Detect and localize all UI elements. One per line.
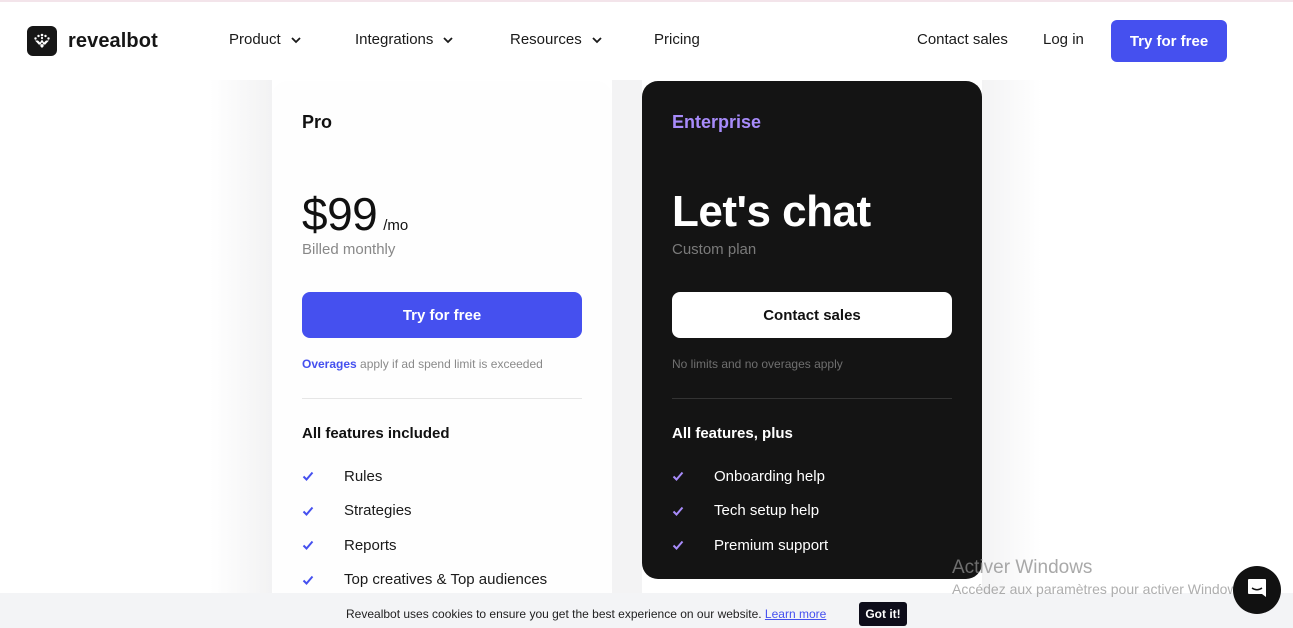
feature-label: Rules [344, 467, 383, 485]
overages-link[interactable]: Overages [302, 357, 357, 371]
overages-note-text: apply if ad spend limit is exceeded [356, 357, 543, 371]
no-limits-note: No limits and no overages apply [672, 357, 843, 371]
check-icon [672, 469, 686, 483]
divider [672, 398, 952, 399]
brand-name: revealbot [68, 29, 158, 52]
features-title: All features included [302, 425, 450, 442]
log-in-link[interactable]: Log in [1043, 31, 1084, 48]
check-icon [302, 573, 316, 587]
divider [302, 398, 582, 399]
price-amount: $99 [302, 188, 378, 240]
chevron-down-icon [591, 34, 603, 46]
chevron-down-icon [290, 34, 302, 46]
plan-card-enterprise: Enterprise Let's chat Custom plan Contac… [642, 81, 982, 579]
cookie-message: Revealbot uses cookies to ensure you get… [346, 607, 826, 621]
feature-item: Onboarding help [672, 459, 828, 494]
nav-resources[interactable]: Resources [510, 31, 603, 48]
feature-label: Strategies [344, 502, 412, 520]
plan-card-pro: Pro $99 /mo Billed monthly Try for free … [272, 81, 612, 601]
nav-pricing-label: Pricing [654, 31, 700, 48]
site-header: revealbot Product Integrations Resources… [0, 2, 1293, 80]
feature-item: Strategies [302, 494, 547, 529]
features-title: All features, plus [672, 425, 793, 442]
feature-list: Onboarding help Tech setup help Premium … [672, 459, 828, 563]
plan-price: Let's chat [672, 187, 871, 237]
nav-product-label: Product [229, 31, 281, 48]
cookie-message-text: Revealbot uses cookies to ensure you get… [346, 607, 765, 621]
check-icon [302, 538, 316, 552]
chat-widget-button[interactable] [1233, 566, 1281, 614]
revealbot-logo-icon [27, 26, 57, 56]
cookie-banner: Revealbot uses cookies to ensure you get… [0, 593, 1293, 628]
pro-try-for-free-button[interactable]: Try for free [302, 292, 582, 338]
chat-bubble-icon [1246, 577, 1268, 604]
feature-label: Premium support [714, 536, 829, 554]
feature-label: Reports [344, 536, 397, 554]
nav-integrations[interactable]: Integrations [355, 31, 454, 48]
enterprise-contact-sales-button[interactable]: Contact sales [672, 292, 952, 338]
learn-more-link[interactable]: Learn more [765, 607, 826, 621]
try-for-free-button[interactable]: Try for free [1111, 20, 1227, 62]
card-shadow [982, 80, 1042, 593]
card-gap-shade [612, 80, 642, 593]
chevron-down-icon [442, 34, 454, 46]
card-shadow [210, 80, 272, 593]
check-icon [672, 504, 686, 518]
nav-pricing[interactable]: Pricing [654, 31, 700, 48]
feature-label: Top creatives & Top audiences [344, 571, 548, 589]
plan-name: Enterprise [672, 112, 762, 132]
feature-item: Tech setup help [672, 494, 828, 529]
plan-price: $99 /mo [302, 187, 408, 241]
nav-resources-label: Resources [510, 31, 582, 48]
feature-item: Reports [302, 528, 547, 563]
nav-product[interactable]: Product [229, 31, 302, 48]
feature-label: Tech setup help [714, 502, 820, 520]
brand-logo[interactable]: revealbot [27, 26, 158, 56]
feature-list: Rules Strategies Reports Top creatives &… [302, 459, 547, 597]
feature-item: Top creatives & Top audiences [302, 563, 547, 598]
nav-integrations-label: Integrations [355, 31, 434, 48]
overages-note: Overages apply if ad spend limit is exce… [302, 357, 543, 371]
feature-item: Premium support [672, 528, 828, 563]
got-it-button[interactable]: Got it! [859, 602, 907, 626]
feature-label: Onboarding help [714, 467, 825, 485]
feature-item: Rules [302, 459, 547, 494]
check-icon [302, 504, 316, 518]
billing-period: Custom plan [672, 241, 757, 258]
plan-name: Pro [302, 112, 333, 132]
check-icon [672, 538, 686, 552]
price-unit: /mo [383, 217, 409, 234]
check-icon [302, 469, 316, 483]
price-amount: Let's chat [672, 187, 871, 236]
billing-period: Billed monthly [302, 241, 396, 258]
contact-sales-link[interactable]: Contact sales [917, 31, 1008, 48]
